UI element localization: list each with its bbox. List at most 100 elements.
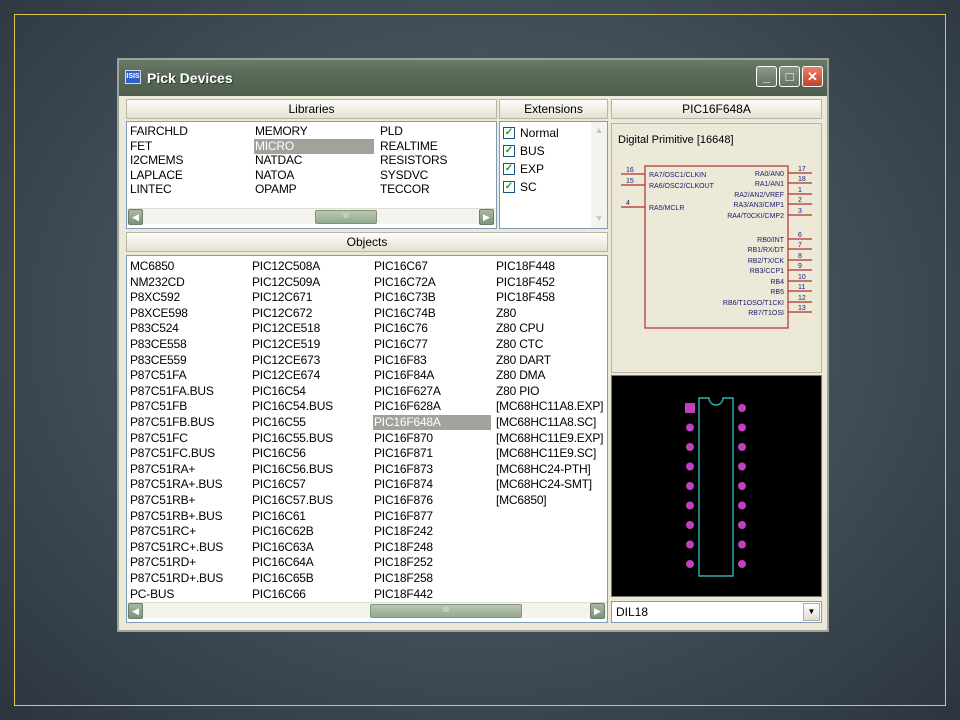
scroll-right-icon[interactable]: ▶: [479, 209, 494, 225]
object-item[interactable]: PIC16F877: [373, 509, 491, 524]
object-item[interactable]: P87C51FB: [129, 399, 247, 414]
object-item[interactable]: P87C51RA+.BUS: [129, 477, 247, 492]
object-item[interactable]: PIC18F242: [373, 524, 491, 539]
objects-list[interactable]: MC6850 NM232CD P8XC592 P8XCE598 P83C524 P83CE…: [126, 255, 608, 623]
object-item[interactable]: PIC16C74B: [373, 306, 491, 321]
minimize-button[interactable]: _: [756, 66, 777, 87]
library-item[interactable]: MICRO: [254, 138, 374, 154]
object-item[interactable]: PIC16C61: [251, 509, 369, 524]
object-item[interactable]: PIC16C77: [373, 337, 491, 352]
libraries-scroll-thumb[interactable]: III: [315, 210, 377, 224]
object-item[interactable]: PIC16F871: [373, 446, 491, 461]
object-item[interactable]: PIC12CE673: [251, 353, 369, 368]
object-item[interactable]: [MC68HC11E9.EXP]: [495, 431, 605, 446]
library-item[interactable]: NATOA: [254, 168, 374, 183]
close-button[interactable]: ✕: [802, 66, 823, 87]
library-item[interactable]: LINTEC: [129, 182, 249, 197]
extension-checkbox[interactable]: ✓: [503, 181, 515, 193]
object-item[interactable]: PIC16C55.BUS: [251, 431, 369, 446]
object-item[interactable]: PIC16C64A: [251, 555, 369, 570]
library-item[interactable]: REALTIME: [379, 139, 499, 154]
object-item[interactable]: PIC16C55: [251, 415, 369, 430]
extension-checkbox[interactable]: ✓: [503, 163, 515, 175]
objects-header[interactable]: Objects: [126, 232, 608, 252]
library-item[interactable]: FAIRCHLD: [129, 124, 249, 139]
object-item[interactable]: PIC12CE518: [251, 321, 369, 336]
object-item[interactable]: PIC16F876: [373, 493, 491, 508]
object-item[interactable]: PIC16C66: [251, 587, 369, 602]
object-item[interactable]: PIC16F83: [373, 353, 491, 368]
object-item[interactable]: PIC16F628A: [373, 399, 491, 414]
object-item[interactable]: NM232CD: [129, 275, 247, 290]
object-item[interactable]: Z80 DART: [495, 353, 605, 368]
object-item[interactable]: PIC12C509A: [251, 275, 369, 290]
extension-checkbox[interactable]: ✓: [503, 127, 515, 139]
object-item[interactable]: PIC16C56: [251, 446, 369, 461]
object-item[interactable]: PIC18F448: [495, 259, 605, 274]
object-item[interactable]: PIC16C54: [251, 384, 369, 399]
object-item[interactable]: [MC68HC24-SMT]: [495, 477, 605, 492]
scroll-down-icon[interactable]: ▼: [593, 212, 605, 224]
object-item[interactable]: PIC18F452: [495, 275, 605, 290]
object-item[interactable]: [MC68HC11A8.SC]: [495, 415, 605, 430]
scroll-left-icon[interactable]: ◀: [128, 603, 143, 619]
library-item[interactable]: RESISTORS: [379, 153, 499, 168]
object-item[interactable]: [MC68HC11A8.EXP]: [495, 399, 605, 414]
object-item[interactable]: PIC16C57: [251, 477, 369, 492]
object-item[interactable]: [MC68HC11E9.SC]: [495, 446, 605, 461]
object-item[interactable]: PIC16F873: [373, 462, 491, 477]
object-item[interactable]: Z80 CTC: [495, 337, 605, 352]
extensions-vertical-scrollbar[interactable]: ▲ ▼: [591, 122, 607, 228]
library-item[interactable]: I2CMEMS: [129, 153, 249, 168]
objects-scroll-thumb[interactable]: III: [370, 604, 522, 618]
object-item[interactable]: P87C51RC+: [129, 524, 247, 539]
library-item[interactable]: TECCOR: [379, 182, 499, 197]
object-item[interactable]: PIC16C73B: [373, 290, 491, 305]
object-item[interactable]: Z80 DMA: [495, 368, 605, 383]
object-item[interactable]: PIC18F258: [373, 571, 491, 586]
object-item[interactable]: P87C51RB+.BUS: [129, 509, 247, 524]
object-item[interactable]: P87C51FA.BUS: [129, 384, 247, 399]
object-item[interactable]: P87C51RB+: [129, 493, 247, 508]
library-item[interactable]: MEMORY: [254, 124, 374, 139]
libraries-header[interactable]: Libraries: [126, 99, 497, 119]
scroll-right-icon[interactable]: ▶: [590, 603, 605, 619]
object-item[interactable]: PIC18F442: [373, 587, 491, 602]
extension-checkbox[interactable]: ✓: [503, 145, 515, 157]
object-item[interactable]: PIC16C72A: [373, 275, 491, 290]
object-item[interactable]: P87C51RD+: [129, 555, 247, 570]
object-item[interactable]: PIC18F248: [373, 540, 491, 555]
object-item[interactable]: PIC16F870: [373, 431, 491, 446]
object-item[interactable]: PIC16C67: [373, 259, 491, 274]
object-item[interactable]: PIC16C57.BUS: [251, 493, 369, 508]
object-item[interactable]: P87C51FC.BUS: [129, 446, 247, 461]
title-bar[interactable]: ISIS Pick Devices _ □ ✕: [119, 60, 827, 96]
object-item[interactable]: PIC16C76: [373, 321, 491, 336]
object-item[interactable]: P83CE558: [129, 337, 247, 352]
object-item[interactable]: PIC16F648A: [373, 415, 491, 430]
object-item[interactable]: PIC16F627A: [373, 384, 491, 399]
objects-horizontal-scrollbar[interactable]: ◀ III ▶: [127, 602, 607, 619]
library-item[interactable]: LAPLACE: [129, 168, 249, 183]
package-select[interactable]: DIL18 ▼: [611, 601, 822, 623]
library-item[interactable]: PLD: [379, 124, 499, 139]
object-item[interactable]: PIC12C671: [251, 290, 369, 305]
object-item[interactable]: Z80 PIO: [495, 384, 605, 399]
object-item[interactable]: P87C51RA+: [129, 462, 247, 477]
object-item[interactable]: PIC12CE674: [251, 368, 369, 383]
object-item[interactable]: PIC16C63A: [251, 540, 369, 555]
object-item[interactable]: MC6850: [129, 259, 247, 274]
object-item[interactable]: PIC16C56.BUS: [251, 462, 369, 477]
object-item[interactable]: P8XC592: [129, 290, 247, 305]
scroll-left-icon[interactable]: ◀: [128, 209, 143, 225]
object-item[interactable]: P87C51FC: [129, 431, 247, 446]
object-item[interactable]: Z80: [495, 306, 605, 321]
library-item[interactable]: NATDAC: [254, 153, 374, 168]
object-item[interactable]: PIC18F458: [495, 290, 605, 305]
object-item[interactable]: P87C51RC+.BUS: [129, 540, 247, 555]
object-item[interactable]: PIC16C65B: [251, 571, 369, 586]
object-item[interactable]: PIC12CE519: [251, 337, 369, 352]
object-item[interactable]: PIC16C62B: [251, 524, 369, 539]
library-item[interactable]: FET: [129, 139, 249, 154]
chevron-down-icon[interactable]: ▼: [803, 603, 820, 621]
